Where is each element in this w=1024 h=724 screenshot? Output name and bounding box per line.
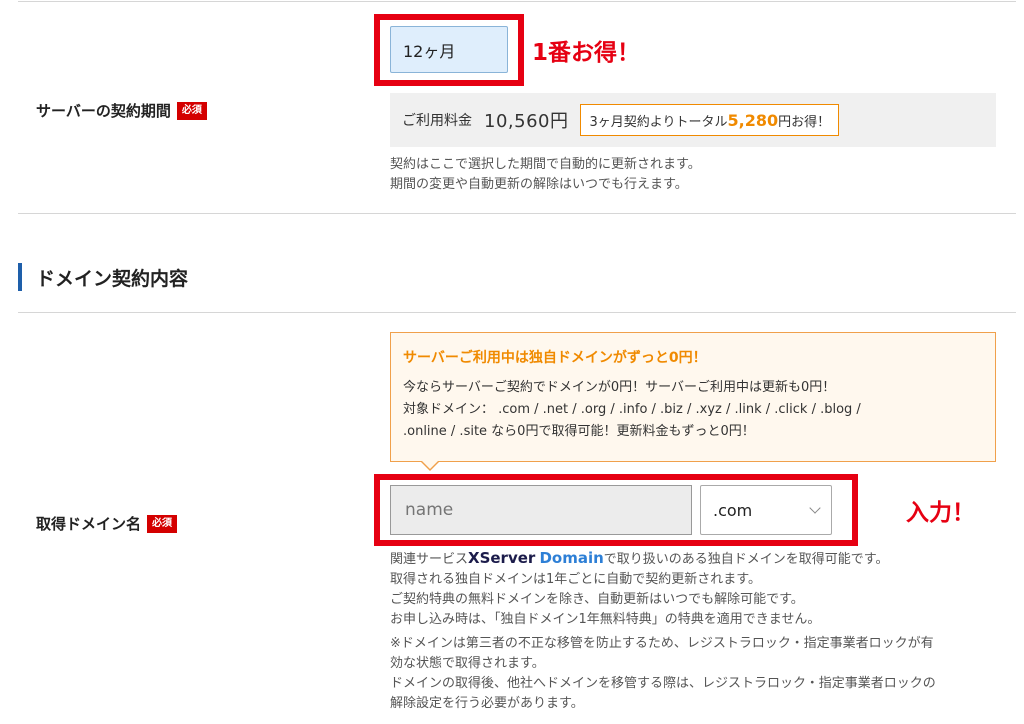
required-badge: 必須 [176,101,207,120]
domain-note-line: お申し込み時は、「独自ドメイン1年無料特典」の特典を適用できません。 [390,612,821,627]
server-period-label-text: サーバーの契約期間 [36,102,171,120]
price-summary: ご利用料金 10,560円 3ヶ月契約よりトータル 5,280 円お得！ [390,93,996,147]
domain-note-line: 取得される独自ドメインは1年ごとに自動で契約更新されます。 [390,572,761,587]
section-title: ドメイン契約内容 [36,267,189,290]
domain-note: 関連サービスXServer Domainで取り扱いのある独自ドメインを取得可能で… [390,548,889,630]
price-label: ご利用料金 [402,113,472,129]
period-divider [18,213,1016,214]
free-domain-promo: サーバーご利用中は独自ドメインがずっと0円！ 今ならサーバーご契約でドメインが0… [390,332,996,462]
savings-suffix: 円お得！ [778,114,831,130]
domain-note-line: 関連サービスXServer Domainで取り扱いのある独自ドメインを取得可能で… [390,548,889,570]
promo-line: .online / .site なら0円で取得可能！更新料金もずっと0円！ [403,424,755,439]
warning-line: ドメインの取得後、他社へドメインを移管する際は、レジストラロック・指定事業者ロッ… [390,676,936,691]
section-divider [18,312,1016,313]
promo-title: サーバーご利用中は独自ドメインがずっと0円！ [403,350,707,366]
period-note: 契約はここで選択した期間で自動的に更新されます。 期間の変更や自動更新の解除はい… [390,155,701,195]
domain-name-label: 取得ドメイン名 必須 [36,513,178,534]
server-period-label: サーバーの契約期間 必須 [36,100,207,121]
savings-amount: 5,280 [727,110,779,130]
section-heading-bar [18,263,22,291]
required-badge: 必須 [147,514,178,533]
promo-tail-inner [421,460,439,469]
period-note-line: 期間の変更や自動更新の解除はいつでも行えます。 [390,177,688,192]
section-heading: ドメイン契約内容 [18,262,188,292]
top-divider [18,1,1016,2]
promo-line: 今ならサーバーご契約でドメインが0円！サーバーご利用中は更新も0円！ [403,380,836,395]
xserver-domain-link[interactable]: Domain [539,549,603,567]
period-highlight-frame [374,14,524,86]
input-callout: 入力！ [906,500,975,526]
xserver-brand: XServer [468,549,536,567]
best-value-callout: 1番お得！ [532,40,641,66]
domain-note-prefix: 関連サービス [390,552,469,567]
domain-input-highlight-frame [374,474,858,546]
price-value: 10,560円 [484,111,569,132]
promo-line: 対象ドメイン： .com / .net / .org / .info / .bi… [403,402,861,417]
warning-line: 解除設定を行う必要があります。 [390,696,584,711]
warning-line: 効な状態で取得されます。 [390,656,545,671]
domain-lock-warning: ※ドメインは第三者の不正な移管を防止するため、レジストラロック・指定事業者ロック… [390,634,936,714]
warning-line: ※ドメインは第三者の不正な移管を防止するため、レジストラロック・指定事業者ロック… [390,636,934,651]
savings-prefix: 3ヶ月契約よりトータル [589,114,728,130]
domain-note-suffix: で取り扱いのある独自ドメインを取得可能です。 [603,552,889,567]
period-note-line: 契約はここで選択した期間で自動的に更新されます。 [390,157,701,172]
domain-note-line: ご契約特典の無料ドメインを除き、自動更新はいつでも解除可能です。 [390,592,804,607]
domain-name-label-text: 取得ドメイン名 [36,515,142,533]
savings-badge: 3ヶ月契約よりトータル 5,280 円お得！ [580,104,840,136]
